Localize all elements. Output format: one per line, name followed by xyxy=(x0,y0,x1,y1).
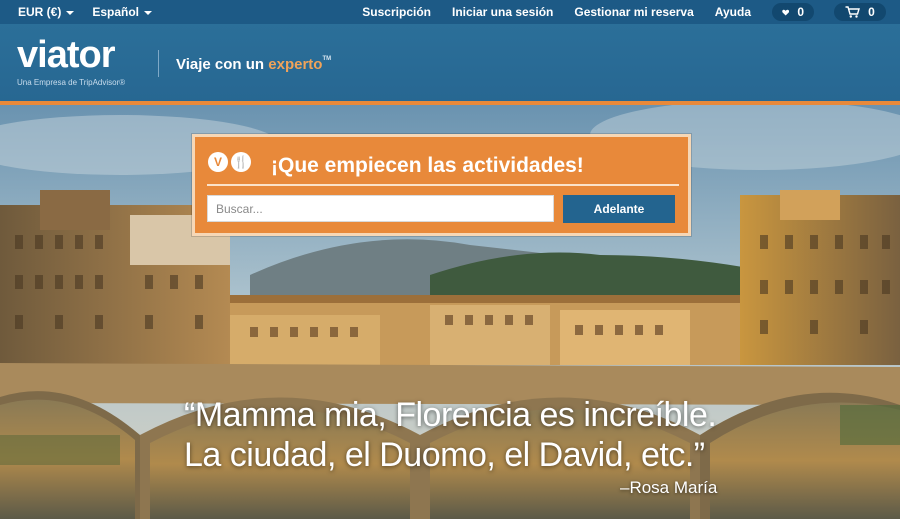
heart-icon xyxy=(782,9,790,16)
site-header: viator Una Empresa de TripAdvisor® Viaje… xyxy=(0,24,900,102)
cart-count: 0 xyxy=(868,5,875,19)
testimonial-quote: “Mamma mia, Florencia es increíble. La c… xyxy=(184,395,717,475)
search-box-divider xyxy=(207,184,679,186)
manage-booking-link[interactable]: Gestionar mi reserva xyxy=(574,5,693,19)
cart-button[interactable]: 0 xyxy=(834,3,886,21)
logo-wordmark: viator xyxy=(17,34,115,76)
language-dropdown[interactable]: Español xyxy=(92,5,153,19)
favorites-button[interactable]: 0 xyxy=(772,3,814,21)
caret-down-icon xyxy=(144,10,153,15)
caret-down-icon xyxy=(66,10,75,15)
activity-search-box: V 🍴 ¡Que empiecen las actividades! Adela… xyxy=(192,134,691,236)
tagline-prefix: Viaje con un xyxy=(176,56,265,73)
search-box-icons: V 🍴 xyxy=(208,152,251,172)
tagline-trademark: TM xyxy=(322,56,332,62)
fork-knife-icon: 🍴 xyxy=(231,152,251,172)
subscribe-link[interactable]: Suscripción xyxy=(362,5,431,19)
quote-line-2: La ciudad, el Duomo, el David, etc.” xyxy=(184,436,705,474)
topbar-right: Suscripción Iniciar una sesión Gestionar… xyxy=(341,0,886,24)
help-link[interactable]: Ayuda xyxy=(715,5,751,19)
language-label: Español xyxy=(92,5,140,19)
testimonial-author: –Rosa María xyxy=(620,478,718,497)
currency-label: EUR (€) xyxy=(18,5,62,19)
viator-v-icon: V xyxy=(208,152,228,172)
topbar-left: EUR (€) Español xyxy=(18,0,153,24)
tagline-accent: experto xyxy=(268,56,323,73)
favorites-count: 0 xyxy=(797,5,804,19)
logo-subtitle: Una Empresa de TripAdvisor® xyxy=(17,78,126,87)
quote-line-1: “Mamma mia, Florencia es increíble. xyxy=(184,396,717,434)
sign-in-link[interactable]: Iniciar una sesión xyxy=(452,5,553,19)
viator-logo[interactable]: viator Una Empresa de TripAdvisor® xyxy=(17,35,125,87)
search-submit-button[interactable]: Adelante xyxy=(563,195,675,223)
header-divider xyxy=(158,50,159,77)
cart-icon xyxy=(845,6,861,18)
search-input[interactable] xyxy=(207,195,554,222)
header-tagline: Viaje con un expertoTM xyxy=(176,56,331,73)
currency-dropdown[interactable]: EUR (€) xyxy=(18,5,75,19)
search-box-title: ¡Que empiecen las actividades! xyxy=(271,154,584,177)
top-utility-bar: EUR (€) Español Suscripción Iniciar una … xyxy=(0,0,900,24)
